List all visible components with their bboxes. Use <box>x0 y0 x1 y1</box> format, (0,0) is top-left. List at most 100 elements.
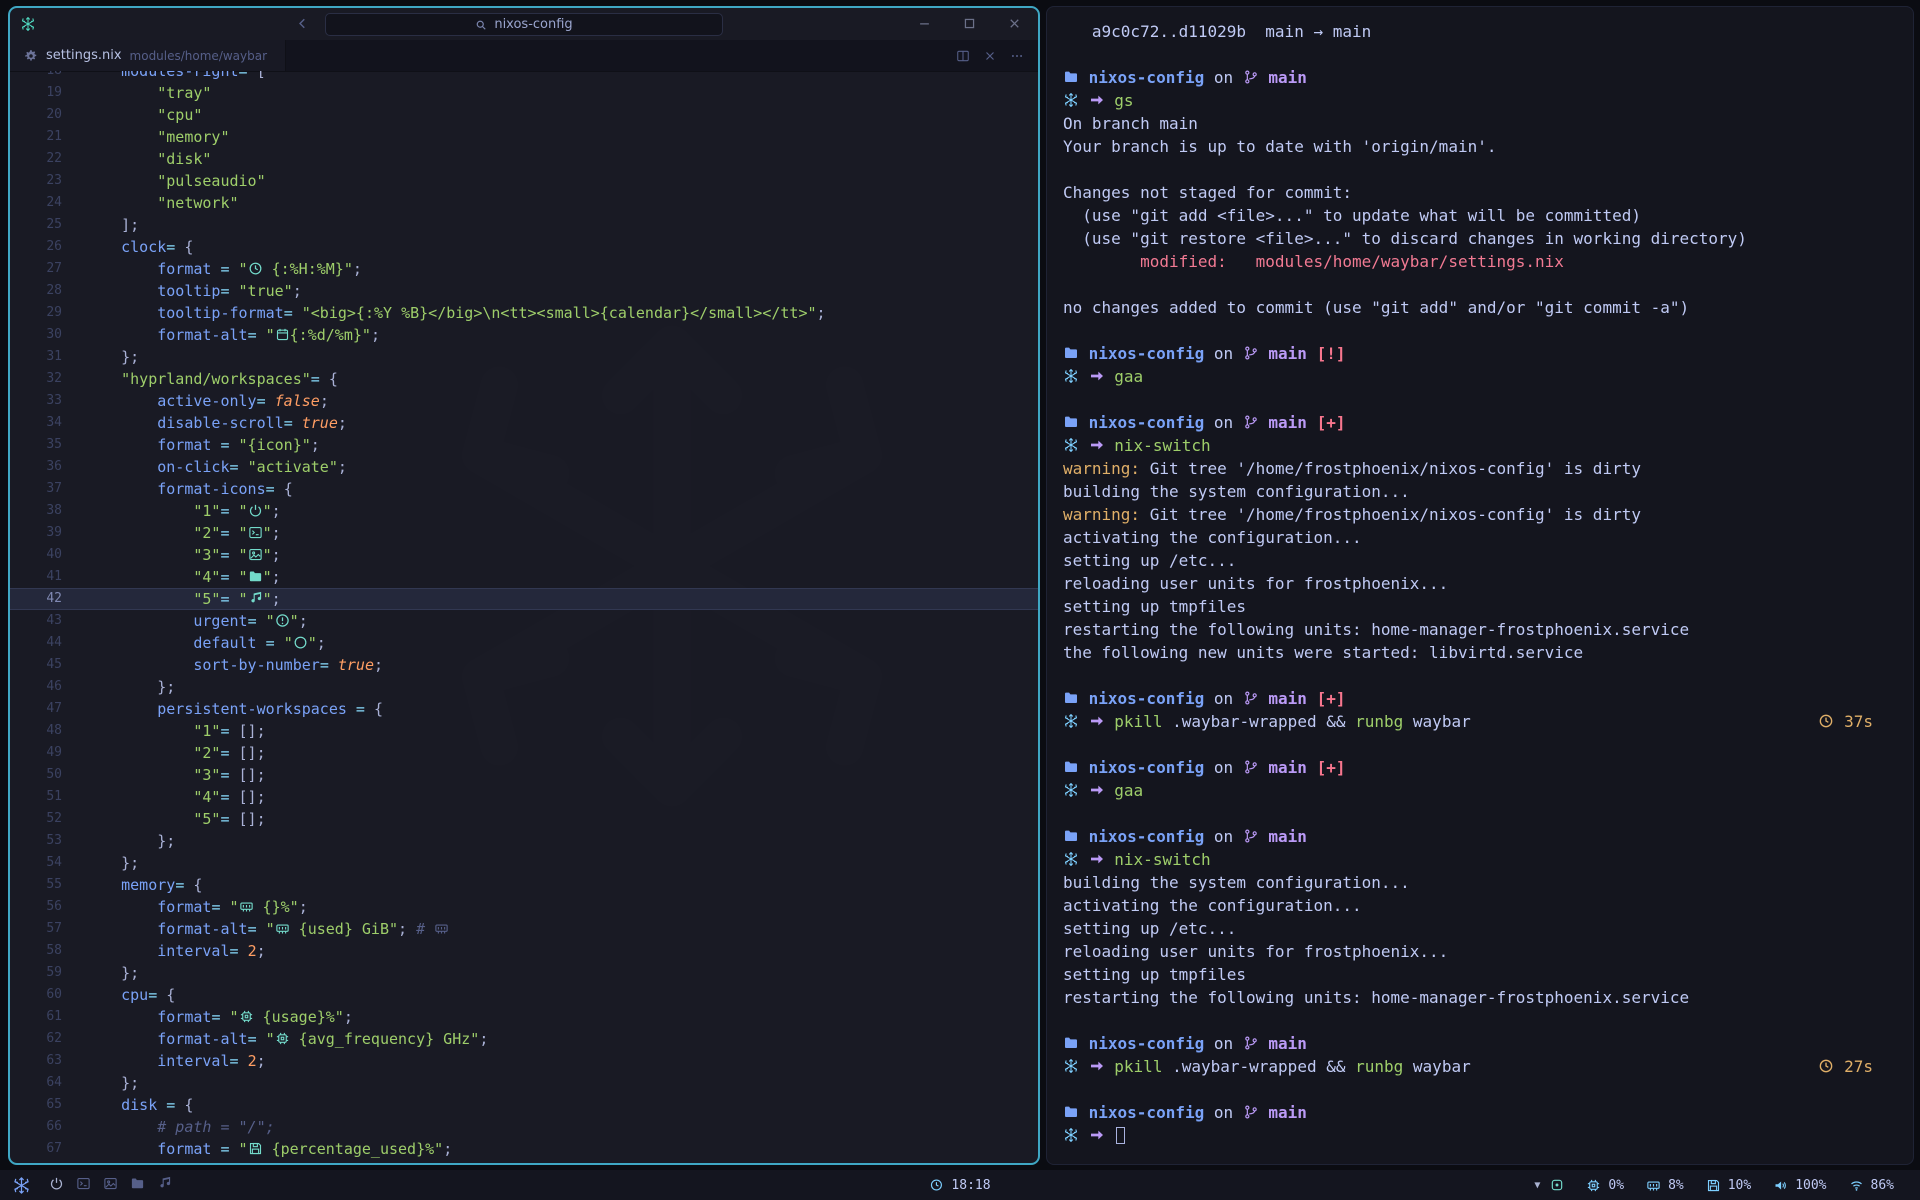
code-line-43[interactable]: 43 urgent= ""; <box>10 610 1038 632</box>
code-line-34[interactable]: 34 disable-scroll= true; <box>10 412 1038 434</box>
code-line-51[interactable]: 51 "4"= []; <box>10 786 1038 808</box>
terminal-line: activating the configuration... <box>1063 894 1913 917</box>
workspace-button-3[interactable] <box>103 1176 118 1193</box>
maximize-button[interactable] <box>962 16 977 31</box>
tab-filename: settings.nix <box>46 48 122 63</box>
code-line-19[interactable]: 19 "tray" <box>10 82 1038 104</box>
code-line-48[interactable]: 48 "1"= []; <box>10 720 1038 742</box>
line-number: 25 <box>10 214 62 236</box>
code-line-45[interactable]: 45 sort-by-number= true; <box>10 654 1038 676</box>
back-button[interactable] <box>294 15 311 32</box>
terminal-line: building the system configuration... <box>1063 871 1913 894</box>
code-line-35[interactable]: 35 format = "{icon}"; <box>10 434 1038 456</box>
more-options-icon[interactable] <box>1010 49 1024 63</box>
code-line-40[interactable]: 40 "3"= ""; <box>10 544 1038 566</box>
code-line-29[interactable]: 29 tooltip-format= "<big>{:%Y %B}</big>\… <box>10 302 1038 324</box>
workspace-button-1[interactable] <box>49 1176 64 1193</box>
code-line-41[interactable]: 41 "4"= ""; <box>10 566 1038 588</box>
pulseaudio-module[interactable]: 100% <box>1773 1178 1826 1193</box>
code-line-59[interactable]: 59 }; <box>10 962 1038 984</box>
code-line-23[interactable]: 23 "pulseaudio" <box>10 170 1038 192</box>
code-line-18[interactable]: 18 modules-right= [ <box>10 71 1038 82</box>
close-window-button[interactable] <box>1007 16 1022 31</box>
code-line-61[interactable]: 61 format= " {usage}%"; <box>10 1006 1038 1028</box>
disk-module[interactable]: 10% <box>1706 1178 1751 1193</box>
code-line-57[interactable]: 57 format-alt= " {used} GiB"; # <box>10 918 1038 940</box>
code-line-50[interactable]: 50 "3"= []; <box>10 764 1038 786</box>
code-line-47[interactable]: 47 persistent-workspaces = { <box>10 698 1038 720</box>
close-tab-icon[interactable] <box>983 49 997 63</box>
code-line-31[interactable]: 31 }; <box>10 346 1038 368</box>
tray-app-icon[interactable] <box>1550 1178 1564 1192</box>
code-line-44[interactable]: 44 default = ""; <box>10 632 1038 654</box>
app-logo-icon <box>20 16 36 32</box>
code-line-32[interactable]: 32 "hyprland/workspaces"= { <box>10 368 1038 390</box>
code-line-33[interactable]: 33 active-only= false; <box>10 390 1038 412</box>
code-line-65[interactable]: 65 disk = { <box>10 1094 1038 1116</box>
code-line-30[interactable]: 30 format-alt= "{:%d/%m}"; <box>10 324 1038 346</box>
code-line-53[interactable]: 53 }; <box>10 830 1038 852</box>
terminal-line: nix-switch <box>1063 848 1913 871</box>
clock-module[interactable]: 18:18 <box>929 1178 990 1193</box>
terminal-line <box>1063 802 1913 825</box>
line-number: 65 <box>10 1094 62 1116</box>
code-line-66[interactable]: 66 # path = "/"; <box>10 1116 1038 1138</box>
branch-icon <box>1243 690 1259 706</box>
tray-expand-arrow[interactable]: ▼ <box>1534 1180 1540 1191</box>
memory-module[interactable]: 8% <box>1646 1178 1684 1193</box>
branch-icon <box>1243 345 1259 361</box>
line-number: 18 <box>10 71 62 82</box>
nix-logo-icon[interactable] <box>12 1176 31 1195</box>
code-line-25[interactable]: 25 ]; <box>10 214 1038 236</box>
code-line-39[interactable]: 39 "2"= ""; <box>10 522 1038 544</box>
split-pane-icon[interactable] <box>956 49 970 63</box>
workspace-button-4[interactable] <box>130 1176 145 1193</box>
code-line-55[interactable]: 55 memory= { <box>10 874 1038 896</box>
editor-window[interactable]: nixos-config settings.nix modules/home/w… <box>8 6 1040 1165</box>
tray-module[interactable]: ▼ <box>1534 1178 1564 1192</box>
terminal-window[interactable]: a9c0c72..d11029b main → main nixos-confi… <box>1046 6 1914 1165</box>
tab-settings-nix[interactable]: settings.nix modules/home/waybar <box>10 40 286 71</box>
code-line-21[interactable]: 21 "memory" <box>10 126 1038 148</box>
terminal-line: restarting the following units: home-man… <box>1063 986 1913 1009</box>
code-line-20[interactable]: 20 "cpu" <box>10 104 1038 126</box>
code-line-27[interactable]: 27 format = " {:%H:%M}"; <box>10 258 1038 280</box>
line-number: 52 <box>10 808 62 830</box>
code-line-56[interactable]: 56 format= " {}%"; <box>10 896 1038 918</box>
terminal-line: pkill .waybar-wrapped && runbg waybar 37… <box>1063 710 1913 733</box>
cpu-module[interactable]: 0% <box>1586 1178 1624 1193</box>
code-line-64[interactable]: 64 }; <box>10 1072 1038 1094</box>
code-line-54[interactable]: 54 }; <box>10 852 1038 874</box>
code-line-38[interactable]: 38 "1"= ""; <box>10 500 1038 522</box>
code-line-24[interactable]: 24 "network" <box>10 192 1038 214</box>
arrow-icon <box>1089 92 1105 108</box>
branch-icon <box>1243 1035 1259 1051</box>
line-number: 60 <box>10 984 62 1006</box>
code-line-37[interactable]: 37 format-icons= { <box>10 478 1038 500</box>
network-module[interactable]: 86% <box>1849 1178 1894 1193</box>
code-editor[interactable]: 18 modules-right= [19 "tray"20 "cpu"21 "… <box>10 71 1038 1163</box>
workspace-button-5[interactable] <box>157 1176 172 1193</box>
minimize-button[interactable] <box>917 16 932 31</box>
code-line-62[interactable]: 62 format-alt= " {avg_frequency} GHz"; <box>10 1028 1038 1050</box>
code-line-26[interactable]: 26 clock= { <box>10 236 1038 258</box>
terminal-line <box>1063 664 1913 687</box>
line-number: 19 <box>10 82 62 104</box>
terminal-line: On branch main <box>1063 112 1913 135</box>
code-line-28[interactable]: 28 tooltip= "true"; <box>10 280 1038 302</box>
code-line-67[interactable]: 67 format = " {percentage_used}%"; <box>10 1138 1038 1160</box>
code-line-68[interactable]: 68 interval= 60; <box>10 1160 1038 1163</box>
code-line-60[interactable]: 60 cpu= { <box>10 984 1038 1006</box>
workspace-button-2[interactable] <box>76 1176 91 1193</box>
code-line-46[interactable]: 46 }; <box>10 676 1038 698</box>
code-line-42[interactable]: 42 "5"= ""; <box>10 588 1038 610</box>
line-number: 38 <box>10 500 62 522</box>
code-line-52[interactable]: 52 "5"= []; <box>10 808 1038 830</box>
code-line-63[interactable]: 63 interval= 2; <box>10 1050 1038 1072</box>
project-search-input[interactable]: nixos-config <box>325 13 723 36</box>
cpu-icon <box>275 1031 290 1046</box>
code-line-58[interactable]: 58 interval= 2; <box>10 940 1038 962</box>
code-line-49[interactable]: 49 "2"= []; <box>10 742 1038 764</box>
code-line-22[interactable]: 22 "disk" <box>10 148 1038 170</box>
code-line-36[interactable]: 36 on-click= "activate"; <box>10 456 1038 478</box>
